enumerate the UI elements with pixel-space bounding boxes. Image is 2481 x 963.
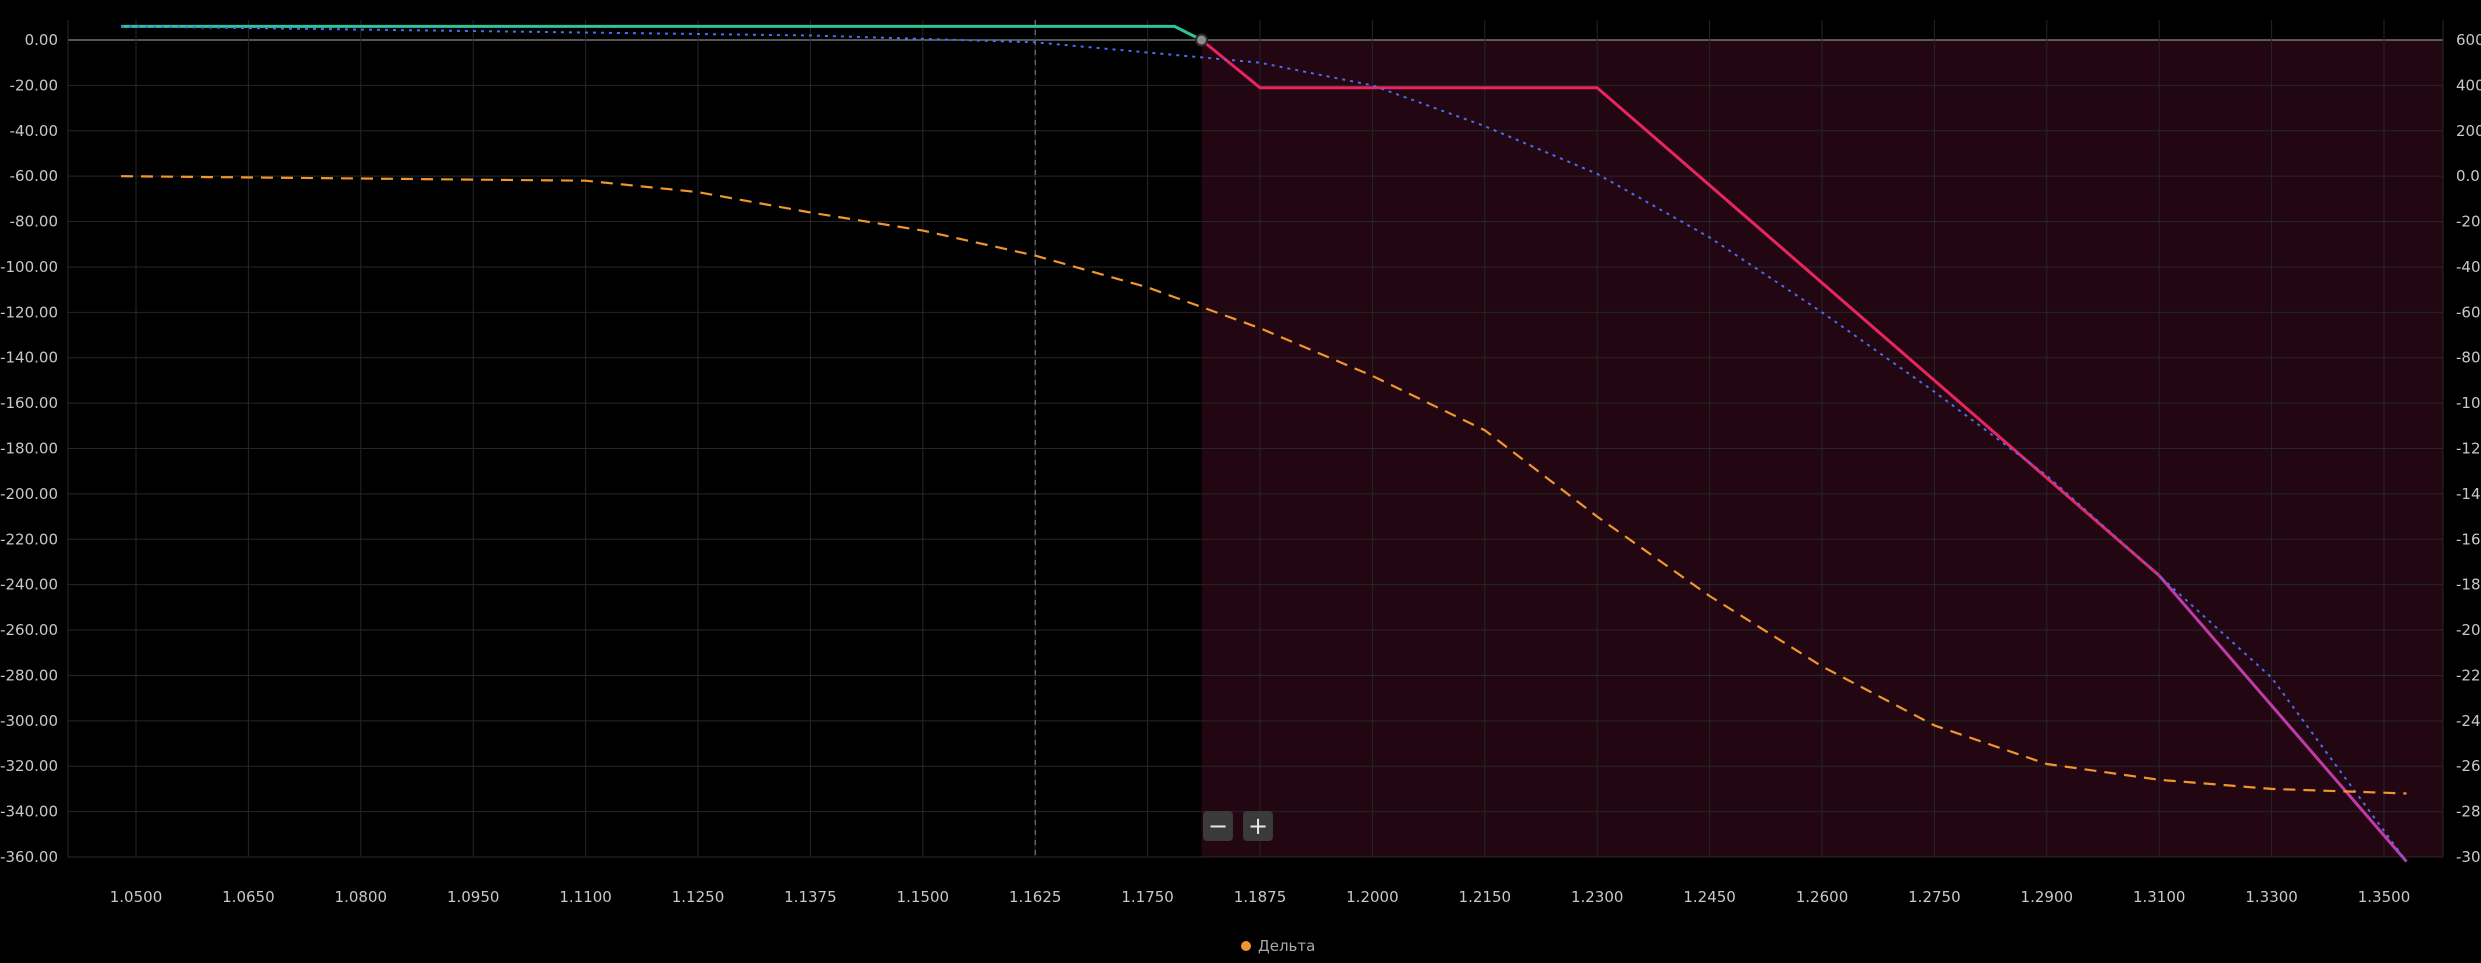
y-tick-label: -160.00 (0, 394, 58, 412)
y-tick-label: -140.00 (0, 349, 58, 367)
y2-tick-label: -10 (2456, 394, 2481, 412)
x-tick-label: 1.1500 (897, 888, 950, 906)
y2-tick-label: -26 (2456, 757, 2481, 775)
y-tick-label: -340.00 (0, 803, 58, 821)
x-tick-label: 1.2450 (1683, 888, 1736, 906)
breakeven-marker (1195, 33, 1209, 47)
y-tick-label: -120.00 (0, 303, 58, 321)
x-tick-label: 1.2000 (1346, 888, 1399, 906)
y-tick-label: -320.00 (0, 757, 58, 775)
x-tick-label: 1.0500 (110, 888, 163, 906)
zoom-in-button[interactable]: + (1243, 811, 1273, 841)
y-tick-label: -280.00 (0, 666, 58, 684)
zoom-out-button[interactable]: − (1203, 811, 1233, 841)
y2-tick-label: -28 (2456, 803, 2481, 821)
y2-tick-label: -40 (2456, 258, 2481, 276)
x-tick-label: 1.3300 (2245, 888, 2298, 906)
legend[interactable]: Дельта (1241, 937, 1315, 955)
y-tick-label: -80.00 (10, 213, 58, 231)
y-tick-label: -260.00 (0, 621, 58, 639)
x-tick-label: 1.3500 (2358, 888, 2411, 906)
y-tick-label: -240.00 (0, 576, 58, 594)
y2-tick-label: 600 (2456, 31, 2481, 49)
y-tick-label: -220.00 (0, 530, 58, 548)
y2-tick-label: -14 (2456, 485, 2481, 503)
x-tick-label: 1.1750 (1121, 888, 1174, 906)
y-tick-label: -180.00 (0, 440, 58, 458)
y-tick-label: 0.00 (25, 31, 58, 49)
y2-tick-label: -30 (2456, 848, 2481, 866)
y-tick-label: -300.00 (0, 712, 58, 730)
y2-tick-label: 0.0 (2456, 167, 2480, 185)
y2-tick-label: 200 (2456, 122, 2481, 140)
x-tick-label: 1.1250 (672, 888, 725, 906)
y2-tick-label: -18 (2456, 576, 2481, 594)
y2-tick-label: -12 (2456, 440, 2481, 458)
y-tick-label: -60.00 (10, 167, 58, 185)
x-axis: 1.0500 1.0650 1.0800 1.0950 1.1100 1.1250 1.13… (110, 888, 2411, 906)
y2-tick-label: -60 (2456, 303, 2481, 321)
x-tick-label: 1.2750 (1908, 888, 1961, 906)
y-tick-label: -20.00 (10, 76, 58, 94)
legend-label: Дельта (1258, 937, 1315, 955)
x-tick-label: 1.0950 (447, 888, 500, 906)
y2-tick-label: -24 (2456, 712, 2481, 730)
x-tick-label: 1.1100 (559, 888, 612, 906)
x-tick-label: 1.1875 (1234, 888, 1287, 906)
y2-tick-label: -22 (2456, 666, 2481, 684)
y2-tick-label: 400 (2456, 76, 2481, 94)
y2-tick-label: -20 (2456, 213, 2481, 231)
y2-tick-label: -20 (2456, 621, 2481, 639)
y2-tick-label: -16 (2456, 530, 2481, 548)
x-tick-label: 1.0800 (335, 888, 388, 906)
left-axis: 0.00 -20.00 -40.00 -60.00 -80.00 -100.00 -120.… (0, 31, 58, 866)
x-tick-label: 1.2150 (1459, 888, 1512, 906)
y-tick-label: -200.00 (0, 485, 58, 503)
x-tick-label: 1.0650 (222, 888, 275, 906)
right-axis: 600 400 200 0.0 -20 -40 -60 -80 -10 -12 -14 -16 -18 -… (2456, 31, 2481, 866)
legend-marker (1241, 941, 1251, 951)
x-tick-label: 1.3100 (2133, 888, 2186, 906)
x-tick-label: 1.1375 (784, 888, 837, 906)
x-tick-label: 1.1625 (1009, 888, 1062, 906)
x-tick-label: 1.2900 (2021, 888, 2074, 906)
y-tick-label: -100.00 (0, 258, 58, 276)
payoff-chart[interactable]: 0.00-20.00-40.00-60.00-80.00-100.00-120.… (0, 0, 2481, 963)
y-tick-label: -40.00 (10, 122, 58, 140)
y2-tick-label: -80 (2456, 349, 2481, 367)
x-tick-label: 1.2300 (1571, 888, 1624, 906)
x-tick-label: 1.2600 (1796, 888, 1849, 906)
y-tick-label: -360.00 (0, 848, 58, 866)
